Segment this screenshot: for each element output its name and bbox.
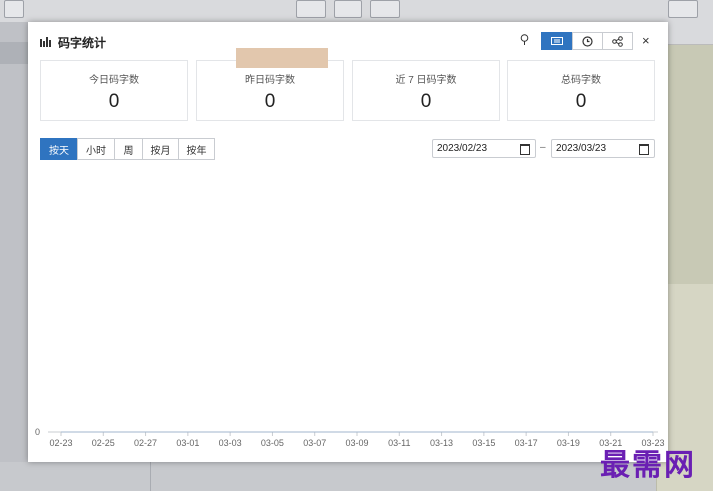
stat-value: 0 <box>108 91 120 112</box>
calendar-icon[interactable] <box>520 144 530 155</box>
x-tick-label: 03-19 <box>557 438 580 448</box>
x-tick-label: 03-15 <box>472 438 495 448</box>
x-tick-label: 02-23 <box>49 438 72 448</box>
clock-icon <box>582 35 593 47</box>
left-pane-selected-row <box>0 42 28 64</box>
period-tabs: 按天 小时 周 按月 按年 <box>40 138 215 160</box>
end-date-input[interactable]: 2023/03/23 <box>551 139 655 158</box>
x-tick-label: 02-25 <box>92 438 115 448</box>
map-icon[interactable] <box>668 22 713 45</box>
left-pane <box>0 22 28 491</box>
stat-label: 近 7 日码字数 <box>395 75 457 86</box>
x-tick-label: 03-03 <box>219 438 242 448</box>
y-tick-label: 0 <box>35 427 40 437</box>
stat-label: 总码字数 <box>561 75 601 86</box>
grid-view-button[interactable] <box>668 0 698 18</box>
x-tick-label: 02-27 <box>134 438 157 448</box>
app-toolbar <box>0 0 713 23</box>
x-tick-label: 03-17 <box>515 438 538 448</box>
keyboard-icon <box>551 37 563 45</box>
tab-by-hour[interactable]: 小时 <box>77 138 115 160</box>
watermark-logo: 最需网 <box>600 448 696 483</box>
x-tick-label: 03-07 <box>303 438 326 448</box>
stat-label: 昨日码字数 <box>245 75 295 86</box>
tab-by-month[interactable]: 按月 <box>142 138 179 160</box>
preview-button[interactable] <box>334 0 362 18</box>
fullscreen-button[interactable] <box>296 0 326 18</box>
share-icon <box>612 35 623 47</box>
bottom-segment <box>0 462 151 491</box>
date-separator: – <box>540 142 546 153</box>
lightbulb-icon[interactable] <box>520 34 529 46</box>
history-button[interactable] <box>572 32 603 50</box>
tab-by-year[interactable]: 按年 <box>178 138 215 160</box>
close-icon[interactable]: × <box>642 33 650 48</box>
export-button[interactable] <box>370 0 400 18</box>
sidebar-toggle-button[interactable] <box>4 0 24 18</box>
stat-card-today: 今日码字数 0 <box>40 60 188 121</box>
start-date-input[interactable]: 2023/02/23 <box>432 139 536 158</box>
start-date-value: 2023/02/23 <box>437 143 488 154</box>
word-count-dialog: 码字统计 × 今日码字数 0 昨日码字数 0 近 7 日码字数 0 总码字数 0… <box>28 22 668 462</box>
stat-label: 今日码字数 <box>89 75 139 86</box>
stat-card-total: 总码字数 0 <box>507 60 655 121</box>
share-button[interactable] <box>602 32 633 50</box>
x-tick-label: 03-13 <box>430 438 453 448</box>
stat-card-last-7-days: 近 7 日码字数 0 <box>352 60 500 121</box>
dialog-title: 码字统计 <box>58 36 107 50</box>
end-date-value: 2023/03/23 <box>556 143 607 154</box>
x-tick-label: 03-09 <box>345 438 368 448</box>
stat-value: 0 <box>264 91 276 112</box>
calendar-icon[interactable] <box>639 144 649 155</box>
bar-chart-icon <box>40 37 51 47</box>
x-tick-label: 03-01 <box>176 438 199 448</box>
stat-value: 0 <box>575 91 587 112</box>
x-tick-label: 03-11 <box>388 438 410 448</box>
highlight-overlay <box>236 48 328 68</box>
stat-card-yesterday: 昨日码字数 0 <box>196 60 344 121</box>
right-pane <box>656 22 713 491</box>
tab-by-week[interactable]: 周 <box>114 138 143 160</box>
keyboard-view-button[interactable] <box>541 32 573 50</box>
stat-value: 0 <box>420 91 432 112</box>
x-tick-label: 03-05 <box>261 438 284 448</box>
tab-by-day[interactable]: 按天 <box>40 138 78 160</box>
word-count-chart: 0 02-23 02-25 02-27 03-01 03-03 03-05 03-07 03-0… <box>35 427 665 448</box>
